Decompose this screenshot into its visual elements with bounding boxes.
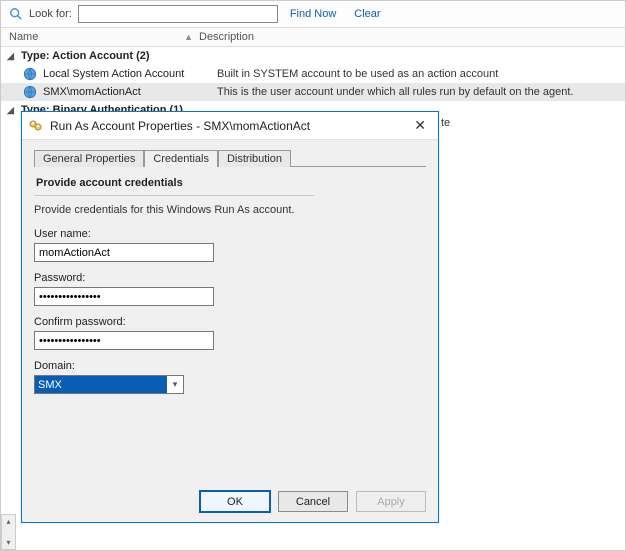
apply-button: Apply <box>356 491 426 512</box>
scroll-up-icon[interactable]: ▴ <box>4 515 12 528</box>
confirm-password-input[interactable] <box>34 331 214 350</box>
ok-button[interactable]: OK <box>200 491 270 512</box>
password-label: Password: <box>34 272 426 284</box>
close-icon[interactable]: ✕ <box>408 117 432 134</box>
username-label: User name: <box>34 228 426 240</box>
dialog-button-row: OK Cancel Apply <box>22 483 438 522</box>
list-item[interactable]: SMX\momActionAct This is the user accoun… <box>1 83 625 101</box>
look-for-input[interactable] <box>78 5 278 23</box>
look-for-label: Look for: <box>29 8 72 20</box>
account-icon <box>23 85 37 99</box>
list-item[interactable]: Local System Action Account Built in SYS… <box>1 65 625 83</box>
field-username: User name: <box>34 228 426 262</box>
username-input[interactable] <box>34 243 214 262</box>
column-header-description[interactable]: Description <box>199 31 617 43</box>
find-now-button[interactable]: Find Now <box>284 8 342 20</box>
sort-asc-icon: ▲ <box>184 32 193 42</box>
tab-distribution[interactable]: Distribution <box>218 150 291 167</box>
item-name: Local System Action Account <box>43 68 211 80</box>
cancel-button[interactable]: Cancel <box>278 491 348 512</box>
run-as-account-properties-dialog: Run As Account Properties - SMX\momActio… <box>21 111 439 523</box>
tab-panel-credentials: Provide account credentials Provide cred… <box>34 166 426 394</box>
column-headers: Name ▲ Description <box>1 28 625 47</box>
expander-icon[interactable]: ◢ <box>7 51 17 62</box>
chevron-down-icon[interactable]: ▾ <box>167 379 183 390</box>
column-header-name[interactable]: Name ▲ <box>9 31 199 43</box>
group-label: Type: Action Account (2) <box>21 50 150 62</box>
tab-general-properties[interactable]: General Properties <box>34 150 144 167</box>
dialog-body: General Properties Credentials Distribut… <box>22 140 438 483</box>
domain-combobox[interactable]: SMX ▾ <box>34 375 184 394</box>
accounts-icon <box>28 118 44 134</box>
magnifier-icon <box>9 7 23 21</box>
item-name: SMX\momActionAct <box>43 86 211 98</box>
group-row-action-account[interactable]: ◢ Type: Action Account (2) <box>1 47 625 65</box>
search-bar: Look for: Find Now Clear <box>1 1 625 28</box>
clear-button[interactable]: Clear <box>348 8 386 20</box>
expander-icon[interactable]: ◢ <box>7 105 17 116</box>
section-heading: Provide account credentials <box>34 175 314 196</box>
domain-value: SMX <box>35 376 167 393</box>
item-description: This is the user account under which all… <box>217 86 574 98</box>
password-input[interactable] <box>34 287 214 306</box>
item-description: Built in SYSTEM account to be used as an… <box>217 68 498 80</box>
dialog-title: Run As Account Properties - SMX\momActio… <box>50 119 310 133</box>
field-domain: Domain: SMX ▾ <box>34 360 426 394</box>
tab-credentials[interactable]: Credentials <box>144 150 218 167</box>
vertical-scrollbar[interactable]: ▴ ▾ <box>1 514 16 550</box>
column-header-name-label: Name <box>9 31 38 43</box>
field-password: Password: <box>34 272 426 306</box>
domain-label: Domain: <box>34 360 426 372</box>
hint-text: Provide credentials for this Windows Run… <box>34 204 426 216</box>
field-confirm-password: Confirm password: <box>34 316 426 350</box>
dialog-titlebar[interactable]: Run As Account Properties - SMX\momActio… <box>22 112 438 140</box>
confirm-password-label: Confirm password: <box>34 316 426 328</box>
account-icon <box>23 67 37 81</box>
tab-strip: General Properties Credentials Distribut… <box>34 150 426 167</box>
scroll-down-icon[interactable]: ▾ <box>4 536 12 549</box>
truncated-text-behind: te <box>441 117 450 129</box>
